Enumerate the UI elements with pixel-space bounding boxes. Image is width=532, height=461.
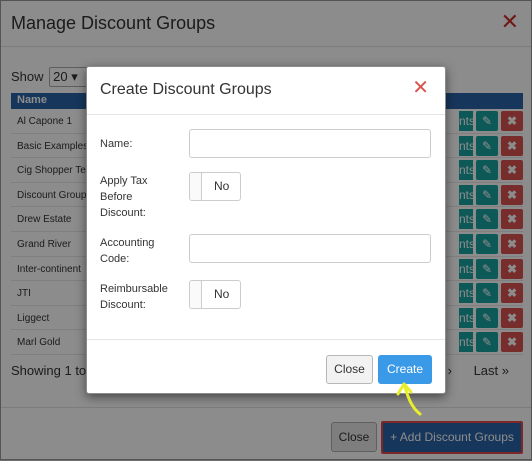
reimbursable-toggle[interactable]: No <box>189 280 241 309</box>
reimbursable-value: No <box>214 287 230 301</box>
dialog-header: Create Discount Groups ✕ <box>87 67 445 115</box>
create-button[interactable]: Create <box>378 355 432 384</box>
dialog-title: Create Discount Groups <box>100 81 272 98</box>
name-label: Name: <box>100 138 133 150</box>
dialog-footer: Close Create <box>87 339 445 395</box>
toggle-knob <box>190 173 202 200</box>
name-field[interactable] <box>189 129 431 158</box>
accounting-code-field[interactable] <box>189 234 431 263</box>
reimbursable-label: Reimbursable Discount: <box>100 283 168 311</box>
accounting-code-label: Accounting Code: <box>100 237 155 265</box>
close-icon[interactable]: ✕ <box>412 78 429 98</box>
apply-tax-value: No <box>214 179 230 193</box>
create-discount-groups-dialog: Create Discount Groups ✕ Name: Apply Tax… <box>86 66 446 394</box>
dialog-close-button[interactable]: Close <box>326 355 373 384</box>
apply-tax-toggle[interactable]: No <box>189 172 241 201</box>
apply-tax-label: Apply Tax Before Discount: <box>100 175 148 219</box>
toggle-knob <box>190 281 202 308</box>
